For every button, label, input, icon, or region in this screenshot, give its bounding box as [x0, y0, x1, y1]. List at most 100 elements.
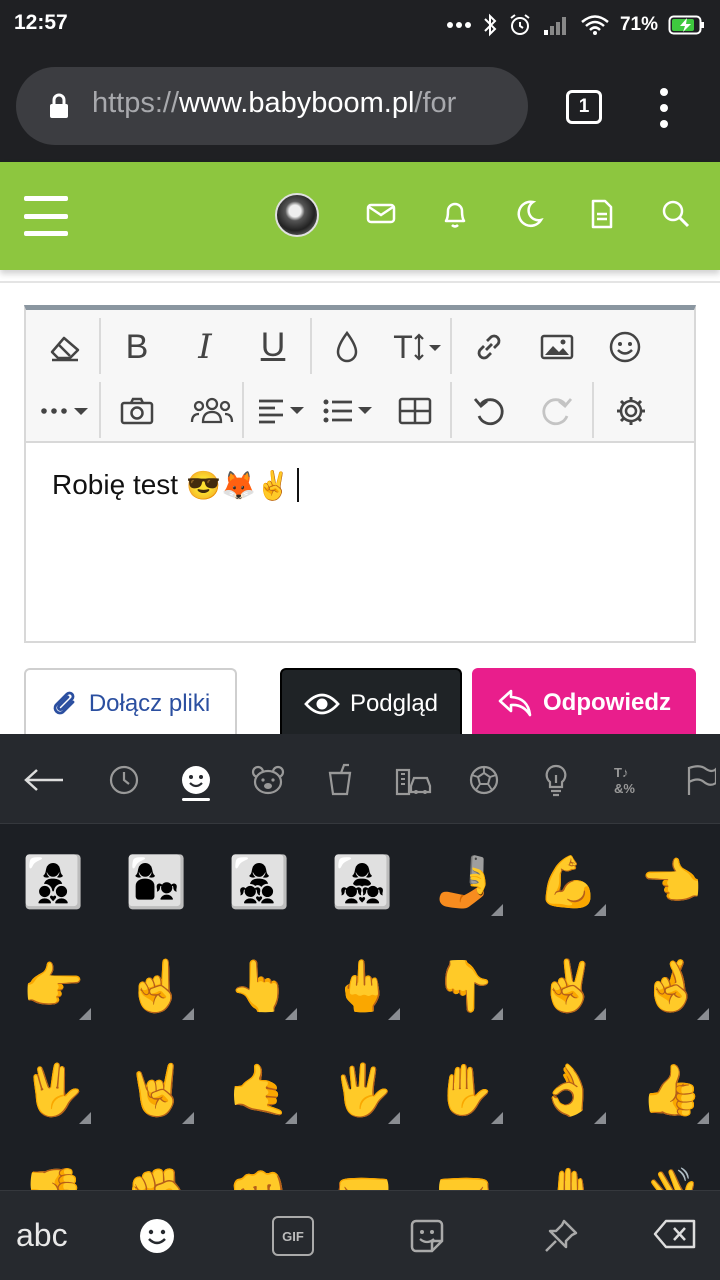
italic-button[interactable]: I — [180, 322, 230, 372]
animals-icon[interactable] — [248, 760, 288, 800]
editor: B I U T Robię test 😎🦊✌️ — [24, 305, 696, 643]
sticker-icon[interactable] — [408, 1217, 446, 1255]
underline-button[interactable]: U — [248, 320, 298, 370]
emoji-key[interactable]: 🤞 — [620, 934, 720, 1038]
gif-button[interactable]: GIF — [272, 1216, 314, 1256]
status-icons: 71% — [446, 8, 706, 42]
tab-switcher-button[interactable]: 1 — [566, 90, 602, 124]
emoji-key[interactable]: 👎 — [2, 1142, 105, 1191]
selected-category-indicator — [182, 798, 210, 801]
backspace-icon[interactable] — [652, 1217, 698, 1251]
emoji-key[interactable]: ✋ — [414, 1038, 517, 1142]
menu-icon[interactable] — [24, 196, 68, 236]
skin-tone-indicator — [79, 1112, 91, 1124]
search-icon[interactable] — [660, 198, 690, 230]
url-scheme: https:// — [92, 87, 180, 119]
skin-tone-indicator — [594, 1112, 606, 1124]
avatar[interactable] — [275, 193, 319, 237]
emoji-key[interactable]: 🤛 — [311, 1142, 414, 1191]
image-icon[interactable] — [532, 322, 582, 372]
smiley-icon[interactable] — [600, 322, 650, 372]
emoji-key[interactable]: 👩‍👧‍👧 — [311, 830, 414, 934]
emoji-key[interactable]: 👩‍👧‍👦 — [208, 830, 311, 934]
emoji-key[interactable]: 🤘 — [105, 1038, 208, 1142]
pin-icon[interactable] — [542, 1217, 580, 1255]
emoji-key[interactable]: 👊 — [208, 1142, 311, 1191]
emoji-key[interactable]: 👌 — [517, 1038, 620, 1142]
emoji-key[interactable]: 🤚 — [517, 1142, 620, 1191]
address-bar[interactable]: https://www.babyboom.pl/for — [16, 67, 528, 145]
travel-icon[interactable] — [392, 760, 436, 800]
emoji-key[interactable]: 🤳 — [414, 830, 517, 934]
emoji-key[interactable]: 👈 — [620, 830, 720, 934]
emoji-key[interactable]: 🖕 — [311, 934, 414, 1038]
bold-button[interactable]: B — [112, 322, 162, 372]
emoji-keyboard: T♪ &% 👩‍👦‍👦 👩‍👧 👩‍👧‍👦 👩‍👧‍👧 🤳 💪 👈 👉 ☝️ 👆 🖕 👇 ✌️ 🤞 🖖 🤘 🤙 🖐️… — [0, 734, 720, 1280]
camera-icon[interactable] — [112, 386, 162, 436]
reply-label: Odpowiedz — [543, 689, 671, 716]
status-bar: 12:57 71% — [0, 0, 720, 50]
list-icon[interactable] — [320, 386, 378, 436]
emoji-key[interactable]: 👉 — [2, 934, 105, 1038]
more-icon[interactable] — [38, 386, 96, 436]
food-icon[interactable] — [320, 760, 360, 800]
font-size-icon[interactable]: T — [388, 322, 448, 372]
preview-label: Podgląd — [349, 690, 439, 717]
redo-icon[interactable] — [532, 386, 582, 436]
emoji-key[interactable]: ☝️ — [105, 934, 208, 1038]
svg-text:T♪: T♪ — [614, 765, 628, 780]
smileys-icon[interactable] — [176, 760, 216, 800]
eye-icon — [304, 693, 340, 715]
abc-key[interactable]: abc — [16, 1217, 68, 1254]
emoji-tab-icon[interactable] — [138, 1217, 176, 1255]
emoji-key[interactable]: 👩‍👦‍👦 — [2, 830, 105, 934]
emoji-key[interactable]: 💪 — [517, 830, 620, 934]
divider — [0, 281, 720, 283]
objects-icon[interactable] — [536, 760, 576, 800]
emoji-key[interactable]: 🖐️ — [311, 1038, 414, 1142]
undo-icon[interactable] — [464, 386, 514, 436]
editor-content[interactable]: Robię test 😎🦊✌️ — [52, 468, 299, 502]
browser-menu-button[interactable] — [652, 88, 676, 128]
activity-icon[interactable] — [464, 760, 504, 800]
skin-tone-indicator — [388, 1112, 400, 1124]
moon-icon[interactable] — [514, 198, 544, 230]
skin-tone-indicator — [491, 1112, 503, 1124]
emoji-key[interactable]: 👋 — [620, 1142, 720, 1191]
bell-icon[interactable] — [440, 198, 470, 230]
emoji-key[interactable]: 👍 — [620, 1038, 720, 1142]
emoji-key[interactable]: ✊ — [105, 1142, 208, 1191]
align-icon[interactable] — [254, 386, 310, 436]
reply-button[interactable]: Odpowiedz — [472, 668, 696, 738]
skin-tone-indicator — [697, 1112, 709, 1124]
recent-icon[interactable] — [104, 760, 144, 800]
skin-tone-indicator — [697, 1008, 709, 1020]
skin-tone-indicator — [182, 1008, 194, 1020]
link-icon[interactable] — [464, 322, 514, 372]
mail-icon[interactable] — [366, 198, 396, 228]
emoji-key[interactable]: ✌️ — [517, 934, 620, 1038]
lock-icon — [50, 93, 68, 118]
emoji-key[interactable]: 🖖 — [2, 1038, 105, 1142]
emoji-key[interactable]: 👇 — [414, 934, 517, 1038]
url-text[interactable]: https://www.babyboom.pl/for — [92, 87, 456, 120]
skin-tone-indicator — [182, 1112, 194, 1124]
emoji-key[interactable]: 🤜 — [414, 1142, 517, 1191]
emoji-key[interactable]: 🤙 — [208, 1038, 311, 1142]
document-icon[interactable] — [588, 198, 616, 230]
status-time: 12:57 — [14, 11, 68, 34]
flags-icon[interactable] — [680, 760, 720, 800]
table-icon[interactable] — [390, 386, 440, 436]
emoji-key[interactable]: 👩‍👧 — [105, 830, 208, 934]
skin-tone-indicator — [594, 904, 606, 916]
back-arrow-icon[interactable] — [22, 760, 66, 800]
color-drop-icon[interactable] — [322, 322, 372, 372]
users-icon[interactable] — [184, 386, 240, 436]
symbols-icon[interactable]: T♪ &% — [608, 760, 648, 800]
site-header — [0, 162, 720, 270]
settings-icon[interactable] — [606, 386, 656, 436]
attach-files-button[interactable]: Dołącz pliki — [24, 668, 237, 738]
preview-button[interactable]: Podgląd — [280, 668, 462, 738]
eraser-icon[interactable] — [40, 322, 90, 372]
emoji-key[interactable]: 👆 — [208, 934, 311, 1038]
